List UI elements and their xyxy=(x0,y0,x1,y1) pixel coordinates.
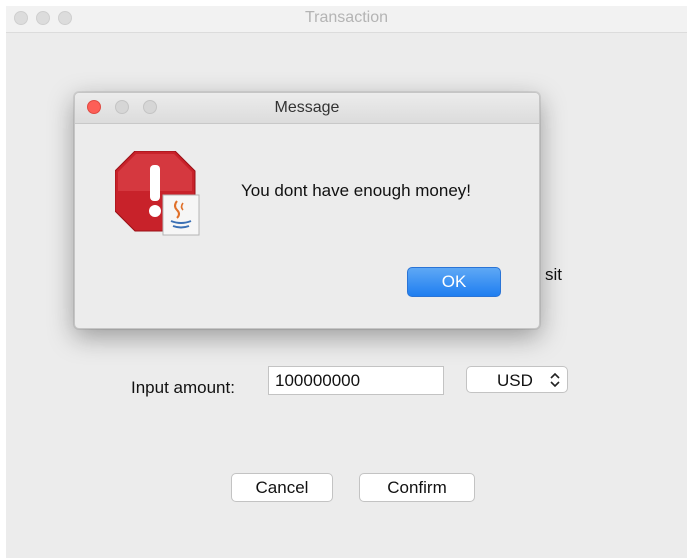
window-titlebar: Transaction xyxy=(6,6,687,33)
dialog-titlebar: Message xyxy=(75,93,539,124)
ok-button[interactable]: OK xyxy=(407,267,501,297)
dialog-message: You dont have enough money! xyxy=(241,181,472,200)
amount-input[interactable]: 100000000 xyxy=(268,366,444,395)
currency-select[interactable]: USD xyxy=(466,366,568,393)
amount-label: Input amount: xyxy=(131,378,235,397)
dialog-title: Message xyxy=(274,99,340,116)
cancel-button[interactable]: Cancel xyxy=(231,473,333,502)
up-down-chevron-icon xyxy=(550,372,560,388)
message-dialog: Message You dont have enough money! OK xyxy=(74,92,540,329)
window-title: Transaction xyxy=(305,9,388,26)
currency-value: USD xyxy=(497,371,533,390)
deposit-radio-label[interactable]: sit xyxy=(545,265,562,285)
confirm-button[interactable]: Confirm xyxy=(359,473,475,502)
java-error-alert-icon xyxy=(115,151,200,236)
